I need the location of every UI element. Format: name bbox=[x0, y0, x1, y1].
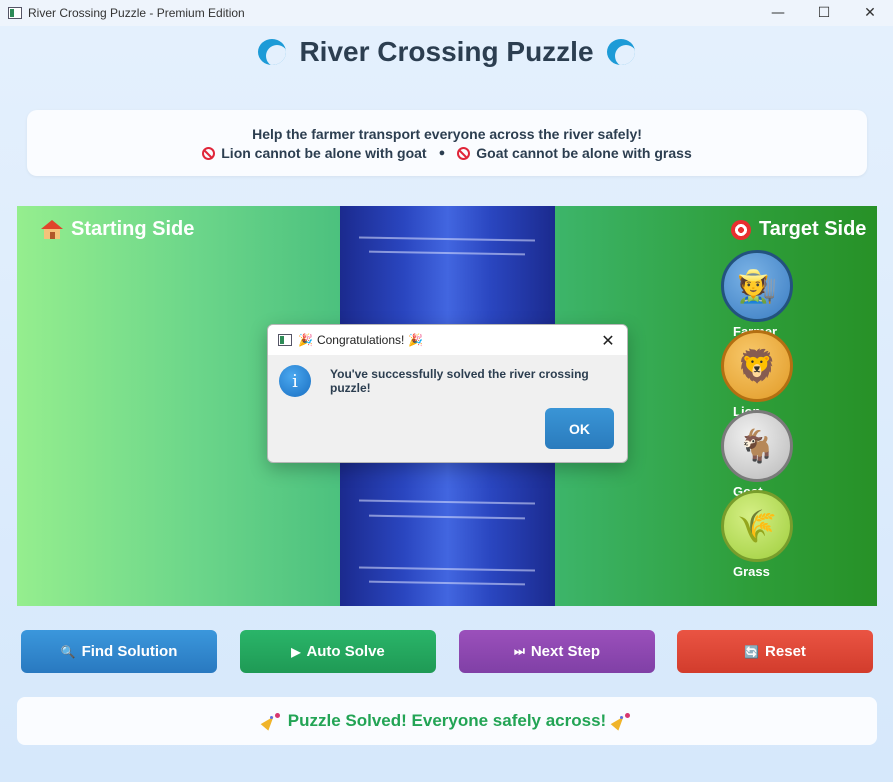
dialog-title: 🎉 Congratulations! 🎉 bbox=[298, 333, 423, 347]
window-title: River Crossing Puzzle - Premium Edition bbox=[28, 6, 245, 20]
party-popper-icon bbox=[614, 713, 631, 729]
character-lion[interactable]: 🦁 bbox=[721, 330, 793, 402]
next-step-label: Next Step bbox=[530, 643, 600, 660]
dialog-app-icon bbox=[278, 334, 292, 346]
window-controls: — ☐ ✕ bbox=[755, 0, 893, 26]
auto-solve-button[interactable]: ▶ Auto Solve bbox=[240, 630, 436, 673]
prohibited-icon bbox=[457, 146, 471, 160]
party-popper-icon: 🎉 bbox=[298, 333, 313, 347]
dialog-message: You've successfully solved the river cro… bbox=[330, 367, 589, 395]
rules-list: Lion cannot be alone with goat ● Goat ca… bbox=[27, 145, 867, 161]
refresh-icon: 🔄 bbox=[744, 644, 760, 659]
page-title: River Crossing Puzzle bbox=[0, 36, 893, 68]
grass-icon: 🌾 bbox=[737, 507, 777, 545]
river-ripple bbox=[358, 499, 536, 505]
rules-panel: Help the farmer transport everyone acros… bbox=[27, 110, 867, 176]
farmer-icon: 🧑‍🌾 bbox=[737, 267, 777, 305]
rules-intro: Help the farmer transport everyone acros… bbox=[252, 126, 642, 142]
dialog-title-text: Congratulations! bbox=[316, 333, 405, 347]
status-banner: Puzzle Solved! Everyone safely across! bbox=[17, 697, 877, 745]
dialog-close-button[interactable]: ✕ bbox=[597, 329, 619, 351]
minimize-button[interactable]: — bbox=[755, 0, 801, 26]
search-icon: 🔍 bbox=[60, 644, 76, 659]
goat-icon: 🐐 bbox=[737, 427, 777, 465]
prohibited-icon bbox=[202, 146, 216, 160]
reset-label: Reset bbox=[765, 643, 806, 660]
dialog-titlebar: 🎉 Congratulations! 🎉 ✕ bbox=[268, 325, 627, 355]
close-button[interactable]: ✕ bbox=[847, 0, 893, 26]
next-track-icon: ⏭ bbox=[514, 644, 525, 658]
river-ripple bbox=[368, 580, 526, 586]
auto-solve-label: Auto Solve bbox=[306, 643, 385, 660]
character-grass-label: Grass bbox=[733, 564, 770, 579]
river-ripple bbox=[368, 250, 526, 256]
status-text: Puzzle Solved! Everyone safely across! bbox=[287, 711, 607, 730]
next-step-button[interactable]: ⏭ Next Step bbox=[459, 630, 655, 673]
river-ripple bbox=[358, 236, 536, 242]
starting-side-text: Starting Side bbox=[71, 218, 195, 240]
target-icon bbox=[731, 219, 751, 240]
wave-icon bbox=[257, 39, 286, 65]
app-icon bbox=[8, 7, 22, 19]
lion-icon: 🦁 bbox=[737, 347, 777, 385]
congratulations-dialog: 🎉 Congratulations! 🎉 ✕ i You've successf… bbox=[267, 324, 628, 463]
target-side-text: Target Side bbox=[759, 218, 867, 240]
character-farmer[interactable]: 🧑‍🌾 bbox=[721, 250, 793, 322]
ok-button[interactable]: OK bbox=[545, 408, 614, 449]
wave-icon bbox=[607, 39, 636, 65]
info-icon: i bbox=[279, 365, 311, 397]
river-ripple bbox=[368, 514, 526, 520]
window-titlebar: River Crossing Puzzle - Premium Edition … bbox=[0, 0, 893, 26]
rule-lion-goat: Lion cannot be alone with goat bbox=[221, 145, 427, 161]
house-icon bbox=[41, 219, 63, 240]
target-side-label: Target Side bbox=[731, 218, 866, 241]
find-solution-label: Find Solution bbox=[81, 643, 178, 660]
play-icon: ▶ bbox=[291, 644, 301, 659]
maximize-button[interactable]: ☐ bbox=[801, 0, 847, 26]
river-ripple bbox=[358, 566, 536, 572]
rule-separator: ● bbox=[438, 147, 446, 159]
rule-goat-grass: Goat cannot be alone with grass bbox=[476, 145, 692, 161]
party-popper-icon: 🎉 bbox=[408, 333, 424, 347]
find-solution-button[interactable]: 🔍 Find Solution bbox=[21, 630, 217, 673]
character-grass[interactable]: 🌾 bbox=[721, 490, 793, 562]
page-title-text: River Crossing Puzzle bbox=[299, 36, 594, 67]
party-popper-icon bbox=[264, 713, 280, 729]
starting-side-label: Starting Side bbox=[41, 218, 194, 241]
character-goat[interactable]: 🐐 bbox=[721, 410, 793, 482]
reset-button[interactable]: 🔄 Reset bbox=[677, 630, 873, 673]
